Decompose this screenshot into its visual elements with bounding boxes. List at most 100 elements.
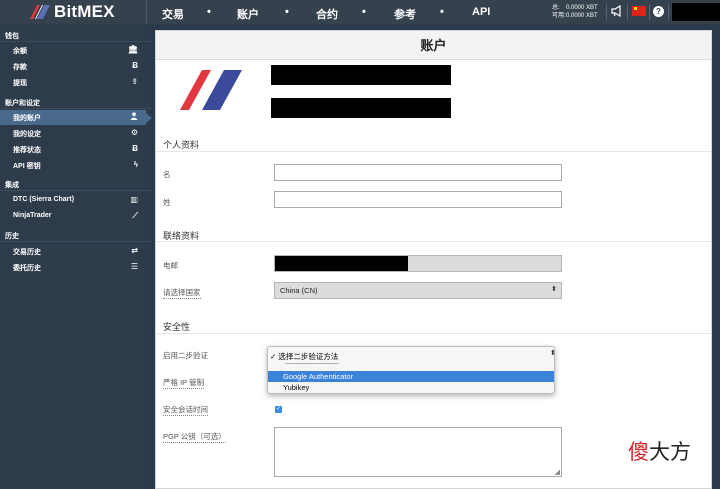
divider — [0, 108, 151, 109]
divider — [156, 333, 711, 334]
divider — [627, 4, 628, 20]
list-icon: ☰ — [130, 262, 138, 271]
country-value: China (CN) — [280, 286, 318, 295]
pgp-key-textarea[interactable]: ◢ — [274, 427, 562, 477]
dropdown-option-google-authenticator[interactable]: Google Authenticator — [268, 371, 554, 382]
nav-separator: • — [285, 6, 289, 18]
bitcoin-icon: Ƀ — [132, 61, 138, 70]
sidebar-item-ninjatrader[interactable]: NinjaTrader ⟋ — [0, 209, 146, 224]
megaphone-icon[interactable] — [611, 5, 623, 17]
sidebar-item-label: DTC (Sierra Chart) — [13, 196, 75, 203]
sidebar-item-label: 委托历史 — [13, 265, 41, 272]
redacted-username — [271, 65, 451, 85]
exchange-icon: ⇄ — [131, 246, 138, 255]
sidebar-section-history: 历史 — [5, 233, 19, 240]
bitmex-logo-icon — [180, 70, 242, 110]
sidebar: 钱包 余额 🏛 存款 Ƀ 提现 ⇪ 账户和设定 我的账户 我的设定 ⚙ 推荐状态… — [0, 24, 152, 489]
divider — [156, 151, 711, 152]
sidebar-item-deposit[interactable]: 存款 Ƀ — [0, 59, 146, 74]
resize-handle-icon[interactable]: ◢ — [555, 468, 560, 476]
available-value: 0.0000 XBT — [566, 13, 598, 19]
logo[interactable]: BitMEX — [30, 2, 115, 22]
dropdown-separator: ------------------------------------ — [285, 361, 339, 367]
sidebar-item-balance[interactable]: 余额 🏛 — [0, 43, 146, 58]
available-label: 可用: — [552, 13, 566, 19]
nav-separator: • — [362, 6, 366, 18]
sidebar-item-label: API 密钥 — [13, 163, 41, 170]
watermark-text: 大方 — [649, 441, 691, 464]
nav-contracts[interactable]: 合约 — [316, 6, 338, 22]
divider — [0, 190, 151, 191]
session-time-checkbox[interactable]: ✓ — [275, 406, 282, 413]
email-label: 电邮 — [163, 261, 178, 270]
last-name-field[interactable] — [274, 191, 562, 208]
sidebar-item-label: 推荐状态 — [13, 147, 41, 154]
two-factor-dropdown[interactable]: ✓ 选择二步验证方法 -----------------------------… — [267, 346, 555, 394]
nav-separator: • — [440, 6, 444, 18]
two-factor-label: 启用二步验证 — [163, 351, 208, 360]
section-title-security: 安全性 — [163, 322, 191, 332]
bolt-icon: ϟ — [133, 160, 138, 169]
sidebar-item-label: 交易历史 — [13, 249, 41, 256]
nav-separator: • — [207, 6, 211, 18]
sidebar-section-integrations: 集成 — [5, 182, 19, 189]
account-panel: 账户 个人资料 名 姓 联络资料 电邮 请选择国家 China (CN) ⬍ 安… — [155, 30, 712, 489]
divider — [146, 0, 147, 24]
divider — [0, 241, 151, 242]
dropdown-option-yubikey[interactable]: Yubikey — [283, 383, 309, 392]
last-name-label: 姓 — [163, 198, 171, 207]
line-chart-icon: ⟋ — [132, 211, 138, 220]
sidebar-item-referrals[interactable]: 推荐状态 Ƀ — [0, 142, 146, 157]
divider — [668, 4, 669, 20]
upload-icon: ⇪ — [131, 77, 138, 86]
page-title: 账户 — [156, 31, 711, 60]
flag-icon[interactable] — [632, 6, 646, 16]
sidebar-item-label: NinjaTrader — [13, 212, 52, 219]
sidebar-item-label: 我的账户 — [13, 115, 41, 122]
sidebar-item-label: 存款 — [13, 64, 27, 71]
sidebar-item-label: 提现 — [13, 80, 27, 87]
redacted-email — [271, 98, 451, 118]
sidebar-item-withdraw[interactable]: 提现 ⇪ — [0, 75, 146, 90]
first-name-field[interactable] — [274, 164, 562, 181]
divider — [606, 4, 607, 20]
chevron-updown-icon: ⬍ — [551, 286, 557, 293]
session-time-label: 安全会话时间 — [163, 405, 208, 416]
help-icon[interactable]: ? — [653, 6, 664, 17]
sidebar-item-dtc[interactable]: DTC (Sierra Chart) ▥ — [0, 193, 146, 208]
watermark-highlight: 傻 — [628, 441, 649, 464]
nav-api[interactable]: API — [472, 6, 490, 18]
bitmex-logo-icon — [30, 5, 50, 19]
email-field — [274, 255, 562, 272]
bitcoin-icon: Ƀ — [132, 144, 138, 153]
bank-icon: 🏛 — [127, 45, 138, 54]
total-value: 0.0000 XBT — [566, 5, 598, 11]
nav-trade[interactable]: 交易 — [162, 6, 184, 22]
section-title-profile: 个人资料 — [163, 140, 200, 150]
redacted-username[interactable] — [672, 3, 720, 21]
gear-icon: ⚙ — [130, 128, 138, 137]
sidebar-item-label: 余额 — [13, 48, 27, 55]
nav-reference[interactable]: 参考 — [394, 6, 416, 22]
sidebar-item-my-settings[interactable]: 我的设定 ⚙ — [0, 126, 146, 141]
first-name-label: 名 — [163, 170, 171, 179]
sidebar-item-order-history[interactable]: 委托历史 ☰ — [0, 260, 146, 275]
pgp-key-label: PGP 公钥（可选） — [163, 432, 226, 443]
sidebar-item-my-account[interactable]: 我的账户 — [0, 110, 152, 125]
total-label: 总: — [552, 5, 560, 11]
nav-account[interactable]: 账户 — [237, 6, 259, 22]
top-bar: BitMEX 交易 • 账户 • 合约 • 参考 • API 总: 0.0000 … — [0, 0, 720, 24]
country-select[interactable]: China (CN) ⬍ — [274, 282, 562, 299]
sidebar-item-api-keys[interactable]: API 密钥 ϟ — [0, 158, 146, 173]
sidebar-item-label: 我的设定 — [13, 131, 41, 138]
sidebar-section-wallet: 钱包 — [5, 33, 19, 40]
divider — [156, 241, 711, 242]
sidebar-item-trade-history[interactable]: 交易历史 ⇄ — [0, 244, 146, 259]
wallet-balance[interactable]: 总: 0.0000 XBT 可用: 0.0000 XBT — [552, 4, 598, 20]
sidebar-section-account: 账户和设定 — [5, 100, 40, 107]
logo-text: BitMEX — [54, 2, 115, 21]
user-icon — [130, 112, 138, 122]
bar-chart-icon: ▥ — [130, 195, 138, 204]
divider — [0, 41, 151, 42]
chevron-updown-icon: ⬍ — [550, 350, 556, 357]
